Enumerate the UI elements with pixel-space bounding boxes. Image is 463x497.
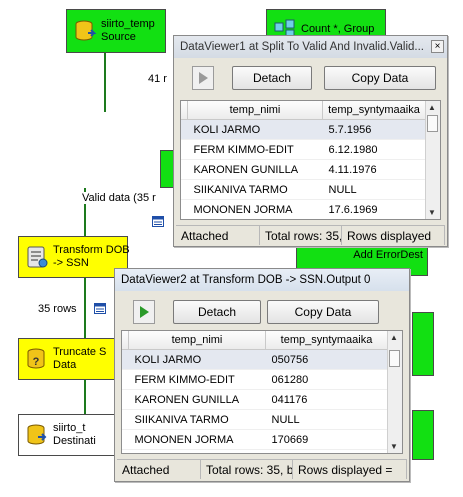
column-header[interactable]: temp_nimi — [187, 101, 323, 120]
cell[interactable]: 5.7.1956 — [322, 119, 426, 140]
data-grid[interactable]: temp_nimi temp_syntymaaika KOLI JARMO 5.7… — [180, 100, 441, 220]
source-label: siirto_temp Source — [101, 18, 155, 43]
cell[interactable]: FERM KIMMO-EDIT — [128, 369, 266, 390]
detach-button[interactable]: Detach — [173, 300, 261, 324]
data-viewer-2-window[interactable]: DataViewer2 at Transform DOB -> SSN.Outp… — [114, 268, 410, 482]
data-viewer-icon[interactable] — [94, 303, 106, 314]
cell[interactable]: KARONEN GUNILLA — [128, 389, 266, 410]
cell[interactable]: 041176 — [265, 389, 388, 410]
table-row[interactable]: FERM KIMMO-EDIT 6.12.1980 — [181, 139, 426, 160]
cell[interactable]: KOLI JARMO — [128, 349, 266, 370]
window-title-bar[interactable]: DataViewer1 at Split To Valid And Invali… — [174, 36, 447, 58]
window-title: DataViewer1 at Split To Valid And Invali… — [180, 41, 424, 53]
svg-text:?: ? — [33, 356, 40, 368]
rows-displayed-status: Rows displayed — [342, 225, 445, 245]
scroll-down-icon[interactable]: ▼ — [390, 442, 398, 451]
database-icon — [27, 424, 47, 445]
vertical-scrollbar[interactable]: ▲ ▼ — [425, 101, 440, 219]
path-label-41-rows: 41 r — [148, 73, 167, 85]
copy-data-button[interactable]: Copy Data — [324, 66, 436, 90]
viewer-toolbar: Detach Copy Data — [180, 66, 441, 90]
path-label-valid-data: Valid data (35 r — [82, 192, 156, 204]
grid-header: temp_nimi temp_syntymaaika — [122, 331, 388, 350]
column-header[interactable]: temp_nimi — [128, 331, 266, 350]
table-row[interactable]: SIIKANIVA TARMO NULL — [181, 179, 426, 200]
play-icon — [140, 306, 149, 318]
cell[interactable]: 050756 — [265, 349, 388, 370]
table-row[interactable]: KOLI JARMO 050756 — [122, 349, 388, 370]
cell[interactable]: MONONEN JORMA — [187, 199, 323, 219]
table-row[interactable]: KOLI JARMO 5.7.1956 — [181, 119, 426, 140]
truncate-component[interactable]: ? Truncate S Data — [18, 338, 128, 380]
window-title: DataViewer2 at Transform DOB -> SSN.Outp… — [121, 274, 371, 286]
path-transform-truncate[interactable] — [84, 278, 86, 338]
copy-data-button[interactable]: Copy Data — [267, 300, 379, 324]
cell[interactable]: FERM KIMMO-EDIT — [187, 139, 323, 160]
play-button[interactable] — [133, 300, 155, 324]
truncate-label: Truncate S Data — [53, 346, 107, 371]
scroll-up-icon[interactable]: ▲ — [390, 333, 398, 342]
attached-status: Attached — [117, 459, 201, 479]
cell[interactable]: 6.12.1980 — [322, 139, 426, 160]
destination-component[interactable]: siirto_t Destinati — [18, 414, 122, 456]
total-rows-status: Total rows: 35, b — [201, 459, 293, 479]
window-title-bar[interactable]: DataViewer2 at Transform DOB -> SSN.Outp… — [115, 269, 409, 291]
play-icon — [199, 72, 208, 84]
scroll-thumb[interactable] — [389, 350, 400, 367]
table-row[interactable]: MONONEN JORMA 170669 — [122, 429, 388, 450]
database-icon — [75, 20, 97, 41]
scroll-up-icon[interactable]: ▲ — [428, 103, 436, 112]
play-button[interactable] — [192, 66, 214, 90]
cell[interactable]: SIIKANIVA TARMO — [187, 179, 323, 200]
rows-displayed-status: Rows displayed = — [293, 459, 407, 479]
grid-header: temp_nimi temp_syntymaaika — [181, 101, 426, 120]
status-bar: Attached Total rows: 35, b Rows displaye… — [117, 459, 407, 479]
error-destination-component[interactable] — [412, 410, 434, 460]
transform-component[interactable]: Transform DOB -> SSN — [18, 236, 130, 278]
table-row[interactable]: FERM KIMMO-EDIT 061280 — [122, 369, 388, 390]
column-header[interactable]: temp_syntymaaika — [322, 101, 426, 120]
cell[interactable]: NULL — [322, 179, 426, 200]
cell[interactable]: NULL — [265, 409, 388, 430]
cell[interactable]: 17.6.1969 — [322, 199, 426, 219]
count-group-label: Count *, Group — [301, 22, 375, 35]
data-viewer-1-window[interactable]: DataViewer1 at Split To Valid And Invali… — [173, 35, 448, 247]
cell[interactable]: 170669 — [265, 429, 388, 450]
total-rows-status: Total rows: 35, — [260, 225, 342, 245]
data-viewer-icon[interactable] — [152, 216, 164, 227]
detach-button[interactable]: Detach — [232, 66, 312, 90]
transform-label: Transform DOB -> SSN — [53, 244, 130, 269]
column-header[interactable]: temp_syntymaaika — [265, 331, 388, 350]
cell[interactable]: SIIKANIVA TARMO — [128, 409, 266, 430]
table-row[interactable]: SIIKANIVA TARMO NULL — [122, 409, 388, 430]
table-row[interactable]: KARONEN GUNILLA 4.11.1976 — [181, 159, 426, 180]
cell[interactable]: 061280 — [265, 369, 388, 390]
cell[interactable]: KARONEN GUNILLA — [187, 159, 323, 180]
cell[interactable]: KOLI JARMO — [187, 119, 323, 140]
source-component[interactable]: siirto_temp Source — [66, 9, 166, 53]
path-label-35-rows: 35 rows — [38, 303, 77, 315]
close-button[interactable]: × — [431, 40, 444, 53]
attached-status: Attached — [176, 225, 260, 245]
script-icon — [27, 246, 48, 268]
cell[interactable]: 4.11.1976 — [322, 159, 426, 180]
scroll-thumb[interactable] — [427, 115, 438, 132]
sql-task-icon: ? — [27, 348, 45, 369]
viewer-toolbar: Detach Copy Data — [121, 300, 403, 324]
status-bar: Attached Total rows: 35, Rows displayed — [176, 225, 445, 245]
error-branch-component[interactable] — [412, 312, 434, 376]
scroll-down-icon[interactable]: ▼ — [428, 208, 436, 217]
vertical-scrollbar[interactable]: ▲ ▼ — [387, 331, 402, 453]
destination-label: siirto_t Destinati — [53, 422, 96, 447]
table-row[interactable]: KARONEN GUNILLA 041176 — [122, 389, 388, 410]
cell[interactable]: MONONEN JORMA — [128, 429, 266, 450]
table-row[interactable]: MONONEN JORMA 17.6.1969 — [181, 199, 426, 219]
path-source-split[interactable] — [104, 52, 106, 112]
path-truncate-destination[interactable] — [84, 380, 86, 414]
data-grid[interactable]: temp_nimi temp_syntymaaika KOLI JARMO 050… — [121, 330, 403, 454]
add-error-dest-label: Add ErrorDest — [353, 249, 423, 261]
